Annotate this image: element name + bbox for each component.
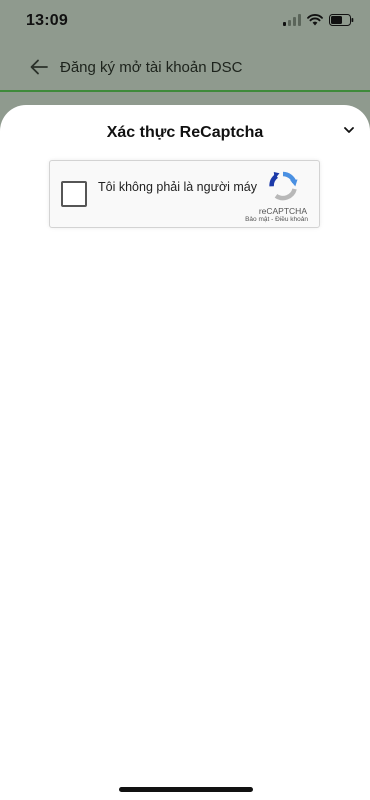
status-icons	[283, 14, 354, 26]
privacy-link[interactable]: Bảo mật	[245, 216, 269, 223]
recaptcha-label: Tôi không phải là người máy	[98, 180, 258, 194]
cellular-signal-icon	[283, 14, 301, 26]
status-bar: 13:09	[0, 0, 370, 44]
recaptcha-bottom-sheet: Xác thực ReCaptcha Tôi không phải là ngư…	[0, 105, 370, 800]
wifi-icon	[307, 14, 323, 26]
home-indicator[interactable]	[119, 787, 253, 792]
recaptcha-links: Bảo mật - Điều khoản	[245, 216, 308, 223]
battery-icon	[329, 14, 354, 26]
app-header: Đăng ký mở tài khoản DSC	[0, 44, 370, 92]
link-separator: -	[271, 216, 274, 223]
recaptcha-widget: Tôi không phải là người máy reCAPTCHA Bả…	[49, 160, 320, 228]
recaptcha-brand: reCAPTCHA	[258, 206, 307, 216]
terms-link[interactable]: Điều khoản	[275, 216, 308, 223]
recaptcha-logo-icon	[269, 171, 298, 201]
chevron-down-icon[interactable]	[342, 123, 356, 137]
arrow-left-icon[interactable]	[28, 56, 50, 78]
page-title: Đăng ký mở tài khoản DSC	[60, 59, 243, 76]
recaptcha-checkbox[interactable]	[61, 181, 87, 207]
status-time: 13:09	[26, 12, 68, 29]
sheet-title: Xác thực ReCaptcha	[106, 124, 264, 141]
